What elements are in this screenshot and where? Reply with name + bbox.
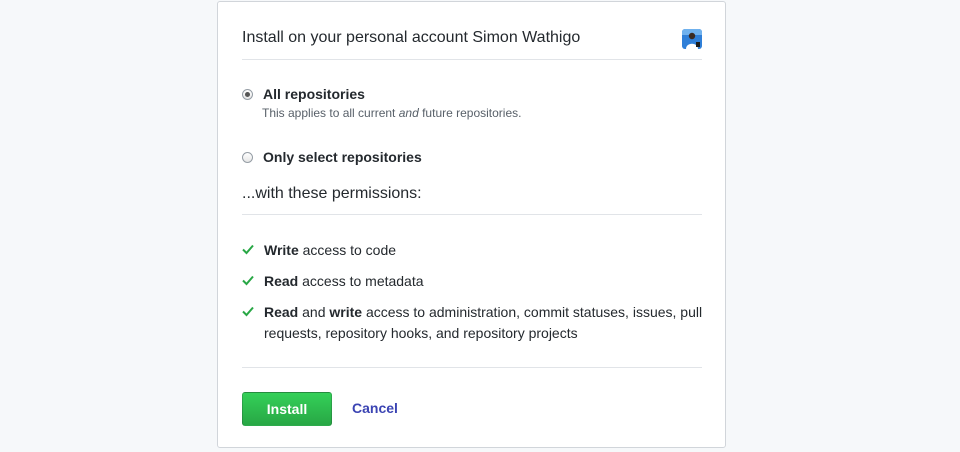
permissions-divider [242, 214, 702, 215]
permission-connector: and [298, 304, 330, 320]
permissions-list: Write access to code Read access to meta… [242, 240, 712, 354]
all-repositories-label: All repositories [263, 86, 365, 102]
permission-level: Read [264, 273, 299, 289]
note-text-emphasis: and [398, 106, 419, 120]
install-app-card: Install on your personal account Simon W… [217, 1, 726, 448]
check-icon [242, 275, 254, 286]
permission-level: Write [264, 242, 299, 258]
permission-level: Read [264, 304, 299, 320]
permissions-heading: ...with these permissions: [242, 185, 422, 202]
check-icon [242, 306, 254, 317]
actions-divider [242, 367, 702, 368]
note-text-before: This applies to all current [262, 106, 399, 120]
permission-level-secondary: write [329, 304, 363, 320]
card-header: Install on your personal account Simon W… [242, 2, 702, 60]
permission-item: Write access to code [242, 240, 712, 261]
select-repositories-label: Only select repositories [263, 149, 422, 165]
note-text-after: future repositories. [418, 106, 522, 120]
permission-item: Read access to metadata [242, 271, 712, 292]
permission-scope: access to metadata [298, 273, 424, 289]
permission-item: Read and write access to administration,… [242, 302, 712, 344]
radio-button-all-checked[interactable] [242, 88, 253, 100]
user-avatar [682, 29, 702, 49]
cancel-link[interactable]: Cancel [352, 400, 398, 416]
radio-select-repositories[interactable]: Only select repositories [242, 149, 422, 165]
install-target-title: Install on your personal account Simon W… [242, 29, 581, 46]
radio-all-repositories[interactable]: All repositories [242, 86, 365, 102]
all-repositories-note: This applies to all current and future r… [262, 106, 521, 120]
install-button[interactable]: Install [242, 392, 332, 426]
permission-scope: access to code [298, 242, 397, 258]
radio-button-select[interactable] [242, 151, 253, 163]
check-icon [242, 244, 254, 255]
